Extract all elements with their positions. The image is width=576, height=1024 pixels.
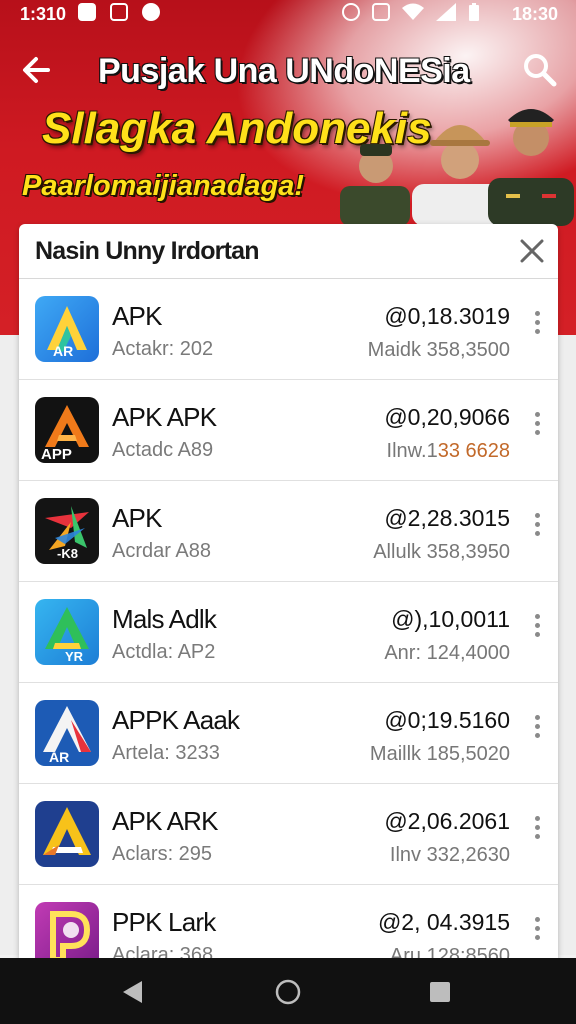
messenger-icon <box>142 3 160 21</box>
app-name: APK ARK <box>112 806 218 836</box>
list-item[interactable]: YR Mals Adlk Actdla: AP2 @),10,0011 Anr:… <box>19 582 558 683</box>
more-vert-icon <box>527 816 547 839</box>
list-item[interactable]: -K8 APK Acrdar A88 @2,28.3015 Allulk 358… <box>19 481 558 582</box>
list-item[interactable]: APP APK APK Actadc A89 @0,20,9066 Ilnw.1… <box>19 380 558 481</box>
svg-text:AR: AR <box>53 343 73 359</box>
dialog-header: Nasin Unny Irdortan <box>19 224 558 279</box>
list-item[interactable]: APK ARK Aclars: 295 @2,06.2061 Ilnv 332,… <box>19 784 558 885</box>
svg-text:YR: YR <box>65 649 84 664</box>
apk-a-blue-icon: AR <box>35 296 99 362</box>
app-value: @0,18.3019 <box>384 303 510 329</box>
app-subtitle: Acrdar A88 <box>112 540 211 562</box>
status-time-left: 1:310 <box>20 4 67 24</box>
app-value: @0;19.5160 <box>384 707 510 733</box>
square-recents-icon <box>430 982 450 1002</box>
app-title: Pusjak Una UNdoNESia <box>98 52 470 90</box>
sync-icon <box>110 3 128 21</box>
apk-p-purple-icon <box>35 902 99 964</box>
status-time-right: 18:30 <box>511 4 558 24</box>
app-meta: Ilnw.133 6628 <box>386 440 510 462</box>
battery-icon <box>468 3 480 26</box>
search-button[interactable] <box>520 50 560 90</box>
app-value: @),10,0011 <box>391 606 510 632</box>
app-subtitle: Actadc A89 <box>112 439 214 461</box>
app-meta: Maillk 185,5020 <box>369 743 510 765</box>
nav-home-button[interactable] <box>274 978 302 1006</box>
app-subtitle: Aclars: 295 <box>112 843 213 865</box>
apk-a-black-icon: APP <box>35 397 99 463</box>
app-name: APPK Aaak <box>112 705 240 735</box>
app-name: APK <box>112 503 162 533</box>
status-bar: 1:310 18:30 <box>0 0 576 30</box>
dialog-title: Nasin Unny Irdortan <box>35 237 260 265</box>
more-options-button[interactable] <box>527 913 547 949</box>
app-value: @2,06.2061 <box>384 808 510 834</box>
wifi-icon <box>402 3 424 26</box>
arrow-left-icon <box>23 57 50 83</box>
list-item[interactable]: PPK Lark Aclara: 368 @2, 04.3915 Aru 128… <box>19 885 558 964</box>
app-name: APK <box>112 301 162 331</box>
more-vert-icon <box>527 311 547 334</box>
app-subtitle: Artela: 3233 <box>112 742 220 764</box>
apk-a-navy-icon: AR <box>35 700 99 766</box>
apk-a-green-icon: YR <box>35 599 99 665</box>
svg-text:APP: APP <box>41 446 72 463</box>
more-options-button[interactable] <box>527 408 547 444</box>
alarm-icon <box>342 3 360 21</box>
close-icon <box>520 239 544 263</box>
svg-text:-K8: -K8 <box>57 546 78 561</box>
list-item[interactable]: AR APPK Aaak Artela: 3233 @0;19.5160 Mai… <box>19 683 558 784</box>
svg-text:AR: AR <box>49 749 69 765</box>
app-meta: Anr: 124,4000 <box>384 642 510 664</box>
nav-back-button[interactable] <box>118 978 148 1006</box>
more-options-button[interactable] <box>527 812 547 848</box>
app-meta: Maidk 358,3500 <box>367 339 510 361</box>
nav-recents-button[interactable] <box>428 980 452 1004</box>
triangle-back-icon <box>123 981 142 1003</box>
notification-icon <box>78 3 96 21</box>
system-nav-bar <box>0 958 576 1024</box>
app-value: @2, 04.3915 <box>377 909 510 935</box>
app-value: @0,20,9066 <box>384 404 510 430</box>
vibrate-icon <box>372 3 390 21</box>
app-name: PPK Lark <box>112 907 216 937</box>
app-meta: Allulk 358,3950 <box>373 541 510 563</box>
back-button[interactable] <box>18 50 58 90</box>
officers-illustration <box>336 98 576 226</box>
banner-subline: Paarlomaijianadaga! <box>22 170 305 202</box>
app-subtitle: Actdla: AP2 <box>112 641 216 663</box>
app-meta: Ilnv 332,2630 <box>389 844 510 866</box>
more-options-button[interactable] <box>527 610 547 646</box>
list-item[interactable]: AR APK Actakr: 202 @0,18.3019 Maidk 358,… <box>19 279 558 380</box>
app-name: Mals Adlk <box>112 604 217 634</box>
more-options-button[interactable] <box>527 307 547 343</box>
search-icon <box>524 54 557 87</box>
more-vert-icon <box>527 412 547 435</box>
circle-home-icon <box>275 979 301 1005</box>
more-vert-icon <box>527 917 547 940</box>
app-value: @2,28.3015 <box>384 505 510 531</box>
app-list-dialog: Nasin Unny Irdortan AR APK Actakr: 202 @… <box>19 224 558 964</box>
more-vert-icon <box>527 614 547 637</box>
apk-a-yellow-icon <box>35 801 99 867</box>
more-vert-icon <box>527 513 547 536</box>
more-options-button[interactable] <box>527 509 547 545</box>
more-vert-icon <box>527 715 547 738</box>
app-subtitle: Actakr: 202 <box>112 338 214 360</box>
close-button[interactable] <box>517 236 547 266</box>
more-options-button[interactable] <box>527 711 547 747</box>
app-name: APK APK <box>112 402 217 432</box>
signal-icon <box>436 3 456 26</box>
apk-a-dark-multicolor-icon: -K8 <box>35 498 99 564</box>
